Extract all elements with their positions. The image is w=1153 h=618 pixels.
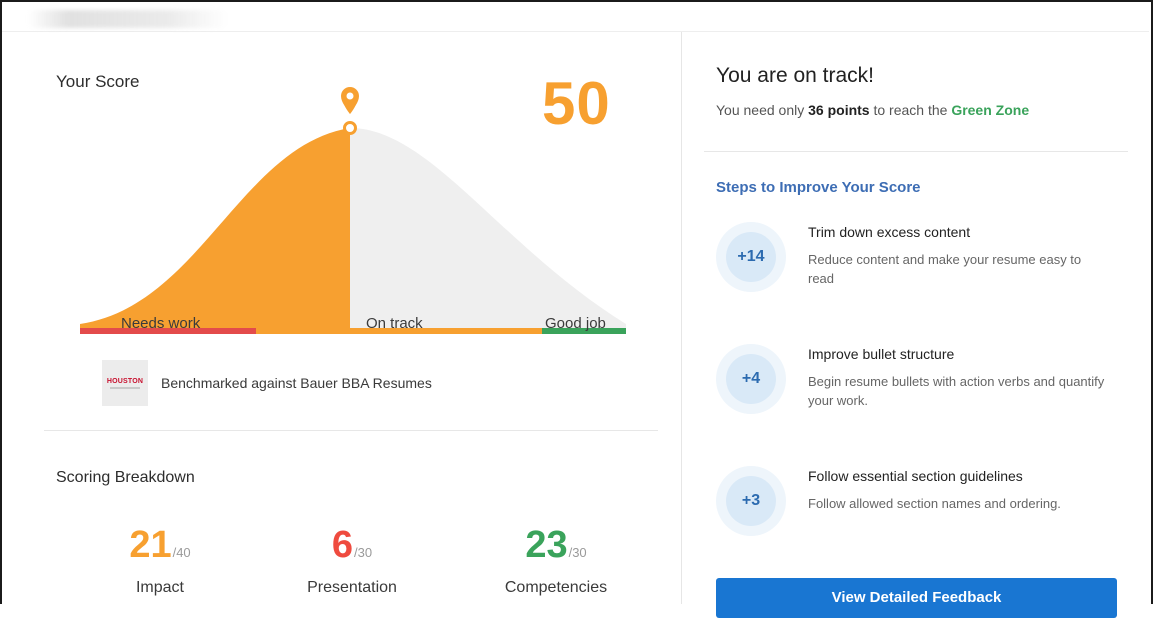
benchmark-row: HOUSTON Benchmarked against Bauer BBA Re… (102, 360, 432, 406)
view-detailed-feedback-button[interactable]: View Detailed Feedback (716, 578, 1117, 618)
school-logo: HOUSTON (102, 360, 148, 406)
step-points: +3 (726, 476, 776, 526)
metric-value: 6 (331, 524, 354, 566)
school-logo-line (110, 386, 140, 389)
metric-name: Presentation (307, 579, 397, 596)
metric-name: Impact (135, 579, 184, 596)
metric-competencies: 23/30 Competencies (486, 524, 626, 596)
metric-presentation: 6/30 Presentation (282, 524, 422, 596)
step-title: Follow essential section guidelines (808, 468, 1023, 484)
steps-title: Steps to Improve Your Score (716, 179, 921, 196)
step-title: Trim down excess content (808, 224, 971, 240)
step-badge: +14 (716, 222, 786, 292)
step-points: +4 (726, 354, 776, 404)
green-zone-label: Green Zone (951, 102, 1030, 118)
step-badge: +4 (716, 344, 786, 414)
status-title: You are on track! (716, 64, 874, 87)
zone-label-on-track: On track (366, 315, 423, 332)
step-title: Improve bullet structure (808, 346, 955, 362)
step-points: +14 (726, 232, 776, 282)
metric-max: /40 (172, 545, 191, 560)
curve-remaining-area (350, 128, 626, 328)
metric-value: 21 (129, 524, 172, 566)
top-bar (2, 2, 1149, 32)
school-logo-text: HOUSTON (106, 377, 144, 385)
blurred-header-tab (28, 10, 228, 28)
step-description: Follow allowed section names and orderin… (808, 496, 1061, 511)
benchmark-text: Benchmarked against Bauer BBA Resumes (161, 375, 432, 391)
breakdown-title: Scoring Breakdown (56, 469, 195, 486)
step-description: Reduce content and make your resume easy… (808, 252, 1082, 286)
score-marker-icon (341, 87, 359, 135)
curve-filled-area (80, 128, 350, 328)
metric-impact: 21/40 Impact (90, 524, 230, 596)
status-sub-prefix: You need only (716, 102, 809, 118)
zone-label-needs-work: Needs work (121, 315, 201, 332)
metric-max: /30 (354, 545, 373, 560)
metric-max: /30 (568, 545, 587, 560)
status-sub-mid: to reach the (869, 102, 952, 118)
step-description: Begin resume bullets with action verbs a… (808, 374, 1105, 408)
points-needed: 36 points (808, 102, 870, 118)
divider (704, 151, 1128, 152)
score-panel: Your Score 50 Needs work On track Good j… (2, 32, 680, 604)
divider (44, 430, 658, 431)
step-badge: +3 (716, 466, 786, 536)
score-distribution-curve (80, 87, 626, 334)
status-subtitle: You need only 36 points to reach the Gre… (716, 102, 1029, 118)
zone-label-good-job: Good job (545, 315, 606, 332)
metric-name: Competencies (504, 579, 608, 596)
improvement-panel: You are on track! You need only 36 point… (681, 32, 1149, 618)
metric-value: 23 (525, 524, 568, 566)
